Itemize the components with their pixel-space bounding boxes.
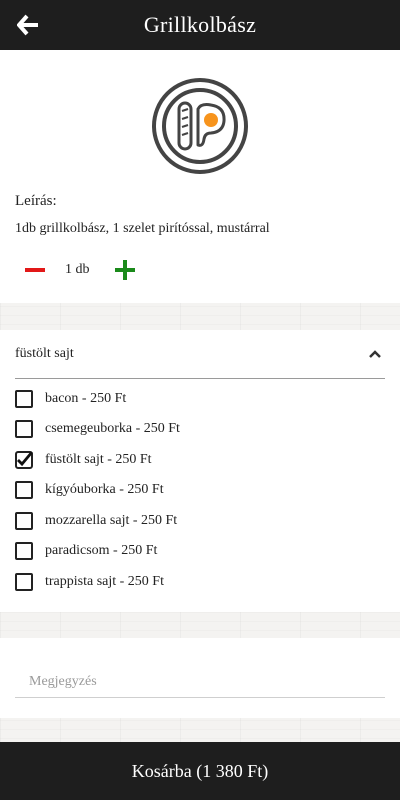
top-bar: Grillkolbász — [0, 0, 400, 50]
option-label: bacon - 250 Ft — [45, 391, 127, 406]
extra-option-trappista-sajt[interactable]: trappista sajt - 250 Ft — [15, 569, 315, 595]
checkbox[interactable] — [15, 573, 33, 591]
extra-option-csemegeuborka[interactable]: csemegeuborka - 250 Ft — [15, 416, 315, 442]
extras-card: füstölt sajt bacon - 250 Ft csemegeubork… — [0, 330, 400, 612]
checkbox[interactable] — [15, 390, 33, 408]
extra-option-fustolt-sajt[interactable]: füstölt sajt - 250 Ft — [15, 447, 315, 473]
checkbox[interactable] — [15, 512, 33, 530]
decrease-button[interactable] — [15, 256, 53, 284]
add-to-cart-button[interactable]: Kosárba (1 380 Ft) — [0, 742, 400, 800]
extra-option-mozzarella-sajt[interactable]: mozzarella sajt - 250 Ft — [15, 508, 315, 534]
checkbox[interactable] — [15, 542, 33, 560]
arrow-left-icon — [17, 14, 38, 36]
option-label: paradicsom - 250 Ft — [45, 543, 158, 558]
extra-option-paradicsom[interactable]: paradicsom - 250 Ft — [15, 538, 315, 564]
option-label: mozzarella sajt - 250 Ft — [45, 513, 178, 528]
checkbox-checked[interactable] — [15, 451, 34, 469]
note-card — [0, 638, 400, 718]
checkbox[interactable] — [15, 420, 33, 438]
quantity-stepper: 1 db — [15, 256, 145, 284]
page-title: Grillkolbász — [143, 12, 257, 37]
chevron-up-icon — [369, 350, 381, 358]
option-label: kígyóuborka - 250 Ft — [45, 482, 164, 497]
minus-icon — [25, 268, 45, 272]
selected-extras-summary: füstölt sajt — [15, 346, 74, 361]
extra-option-bacon[interactable]: bacon - 250 Ft — [15, 386, 315, 412]
checkbox[interactable] — [15, 481, 33, 499]
checkmark-icon — [15, 451, 34, 469]
back-button[interactable] — [14, 11, 42, 39]
add-to-cart-label: Kosárba (1 380 Ft) — [131, 760, 269, 781]
extras-dropdown-header[interactable]: füstölt sajt — [15, 330, 385, 379]
option-label: trappista sajt - 250 Ft — [45, 574, 164, 589]
description-label: Leírás: — [15, 193, 57, 209]
quantity-value: 1 db — [65, 262, 90, 277]
product-card: Leírás: 1db grillkolbász, 1 szelet pirít… — [0, 50, 400, 303]
sausage-egg-plate-icon — [152, 78, 248, 174]
extra-option-kigyouborka[interactable]: kígyóuborka - 250 Ft — [15, 477, 315, 503]
note-input[interactable] — [15, 666, 385, 698]
option-label: füstölt sajt - 250 Ft — [45, 452, 152, 467]
increase-button[interactable] — [111, 256, 139, 284]
description-text: 1db grillkolbász, 1 szelet pirítóssal, m… — [15, 221, 270, 236]
option-label: csemegeuborka - 250 Ft — [45, 421, 180, 436]
